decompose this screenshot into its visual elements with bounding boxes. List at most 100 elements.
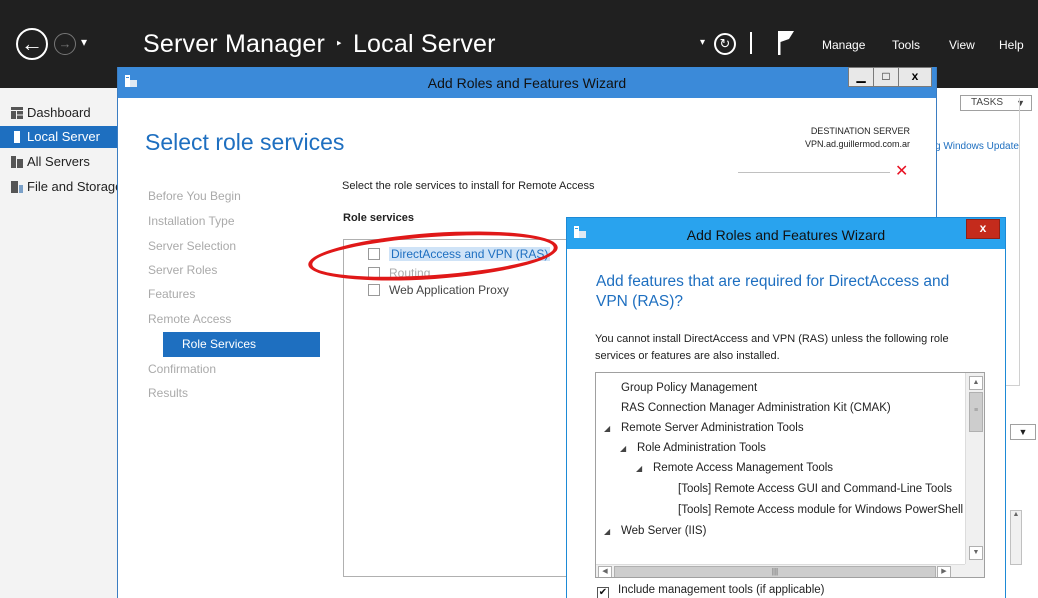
tree-item[interactable]: ◢ Role Administration Tools (620, 438, 766, 458)
add-features-dialog: Add Roles and Features Wizard x Add feat… (566, 217, 1006, 598)
tree-item-label: Role Administration Tools (637, 442, 766, 454)
nav-history-dropdown-icon[interactable]: ▾ (81, 35, 87, 49)
scroll-right-button[interactable]: ▶ (937, 566, 951, 577)
step-confirmation[interactable]: Confirmation (148, 357, 323, 382)
tree-item[interactable]: RAS Connection Manager Administration Ki… (621, 398, 891, 418)
step-results[interactable]: Results (148, 381, 323, 406)
tree-item-label: RAS Connection Manager Administration Ki… (621, 402, 891, 414)
forward-arrow-icon[interactable]: → (54, 33, 76, 55)
tree-item[interactable]: ◢ Web Server (IIS) (604, 521, 706, 541)
sidebar-item-label: All Servers (27, 154, 90, 169)
tree-item-label: Web Server (IIS) (621, 525, 707, 537)
sidebar-item-local-server[interactable]: Local Server (0, 126, 118, 148)
step-features[interactable]: Features (148, 282, 323, 307)
expand-triangle-icon[interactable]: ◢ (604, 419, 616, 439)
breadcrumb: Server Manager ‣ Local Server (143, 30, 496, 59)
sidebar-item-label: Local Server (27, 129, 100, 144)
tasks-label: TASKS (971, 97, 1004, 108)
destination-server-label: DESTINATION SERVER (810, 126, 910, 136)
header-divider (750, 32, 752, 54)
tree-item[interactable]: [Tools] Remote Access GUI and Command-Li… (678, 479, 952, 499)
refresh-dropdown-icon[interactable]: ▾ (700, 37, 705, 48)
close-button[interactable]: x (898, 67, 932, 87)
file-storage-icon (11, 181, 23, 193)
sidebar-item-all-servers[interactable]: All Servers (0, 151, 118, 173)
notifications-flag-icon[interactable] (776, 30, 796, 56)
tree-item-label: [Tools] Remote Access module for Windows… (678, 504, 964, 516)
include-management-tools[interactable]: ✔ Include management tools (if applicable… (597, 584, 824, 598)
tree-item[interactable]: [Tools] Remote Access module for Windows… (678, 500, 963, 520)
step-before-you-begin[interactable]: Before You Begin (148, 184, 323, 209)
destination-server-name: VPN.ad.guillermod.com.ar (804, 139, 910, 149)
scroll-up-button[interactable]: ▲ (969, 376, 983, 390)
step-remote-access[interactable]: Remote Access (148, 307, 323, 332)
tree-item[interactable]: Group Policy Management (621, 378, 757, 398)
role-services-header: Role services (343, 212, 414, 224)
menu-help[interactable]: Help (999, 38, 1024, 52)
server-icon (14, 131, 20, 143)
menu-view[interactable]: View (949, 38, 975, 52)
tree-item-label: Remote Access Management Tools (653, 462, 834, 474)
dialog-question: Add features that are required for Direc… (596, 273, 950, 310)
step-server-selection[interactable]: Server Selection (148, 234, 323, 259)
tree-item-label: Remote Server Administration Tools (621, 422, 804, 434)
horizontal-scrollbar[interactable]: ◀ ||| ▶ (596, 564, 965, 577)
app-title: Server Manager (143, 30, 326, 58)
required-features-tree: Group Policy Management RAS Connection M… (595, 372, 985, 578)
sidebar-item-dashboard[interactable]: Dashboard (0, 102, 118, 124)
chevron-down-icon: ▼ (1016, 98, 1025, 108)
expand-triangle-icon[interactable]: ◢ (604, 522, 616, 542)
tasks-dropdown-button[interactable]: TASKS ▼ (960, 95, 1032, 111)
scroll-left-button[interactable]: ◀ (598, 566, 612, 577)
scrollbar-corner (965, 564, 984, 577)
wizard-title: Add Roles and Features Wizard (427, 75, 627, 91)
back-arrow-icon[interactable]: ← (16, 28, 48, 60)
window-controls: ▁ □ x (848, 67, 936, 89)
sidebar-item-file-storage[interactable]: File and Storage Services (0, 176, 118, 198)
dialog-titlebar[interactable]: Add Roles and Features Wizard x (567, 218, 1005, 249)
servers-icon (11, 156, 23, 168)
sidebar-item-label: File and Storage Services (27, 179, 118, 194)
panel-border (1019, 98, 1020, 386)
wizard-titlebar[interactable]: Add Roles and Features Wizard ▁ □ x (118, 67, 936, 98)
breadcrumb-separator: ‣ (335, 36, 343, 51)
role-service-label: Web Application Proxy (389, 283, 509, 297)
panel-scrollbar[interactable]: ▲ (1010, 510, 1022, 565)
include-management-tools-checkbox[interactable]: ✔ (597, 587, 609, 598)
step-role-services[interactable]: Role Services (163, 332, 320, 357)
step-installation-type[interactable]: Installation Type (148, 209, 323, 234)
dashboard-icon (11, 107, 23, 119)
refresh-icon[interactable]: ↻ (714, 33, 736, 55)
role-service-web-app-proxy[interactable]: Web Application Proxy (368, 282, 509, 300)
destination-progress-line (738, 172, 890, 173)
checkbox[interactable] (368, 284, 380, 296)
expand-triangle-icon[interactable]: ◢ (620, 439, 632, 459)
dialog-info-text: You cannot install DirectAccess and VPN … (595, 333, 949, 362)
scroll-thumb[interactable]: ||| (614, 566, 936, 577)
tree-item[interactable]: ◢ Remote Access Management Tools (636, 458, 833, 478)
expand-triangle-icon[interactable]: ◢ (636, 459, 648, 479)
dialog-title: Add Roles and Features Wizard (686, 227, 886, 243)
minimize-button[interactable]: ▁ (848, 67, 874, 87)
page-title: Select role services (145, 129, 345, 155)
menu-tools[interactable]: Tools (892, 38, 920, 52)
breadcrumb-current: Local Server (352, 30, 496, 58)
dialog-close-button[interactable]: x (966, 219, 1000, 239)
windows-update-link[interactable]: g Windows Update (935, 141, 1019, 152)
instruction-text: Select the role services to install for … (342, 180, 595, 192)
tree-item[interactable]: ◢ Remote Server Administration Tools (604, 418, 804, 438)
dialog-body: Add features that are required for Direc… (567, 249, 1005, 598)
maximize-button[interactable]: □ (873, 67, 899, 87)
vertical-scrollbar[interactable]: ▲ ≡ ▼ (965, 373, 984, 564)
panel-dropdown-button[interactable]: ▼ (1010, 424, 1036, 440)
menu-manage[interactable]: Manage (822, 38, 865, 52)
error-x-icon: ✕ (895, 163, 909, 180)
include-management-tools-label: Include management tools (if applicable) (618, 584, 825, 596)
sidebar: Dashboard Local Server All Servers File … (0, 88, 118, 598)
tree-item-label: Group Policy Management (621, 382, 758, 394)
sidebar-item-label: Dashboard (27, 105, 91, 120)
step-server-roles[interactable]: Server Roles (148, 258, 323, 283)
scroll-down-button[interactable]: ▼ (969, 546, 983, 560)
scroll-thumb[interactable]: ≡ (969, 392, 983, 432)
tree-item-label: [Tools] Remote Access GUI and Command-Li… (678, 483, 952, 495)
